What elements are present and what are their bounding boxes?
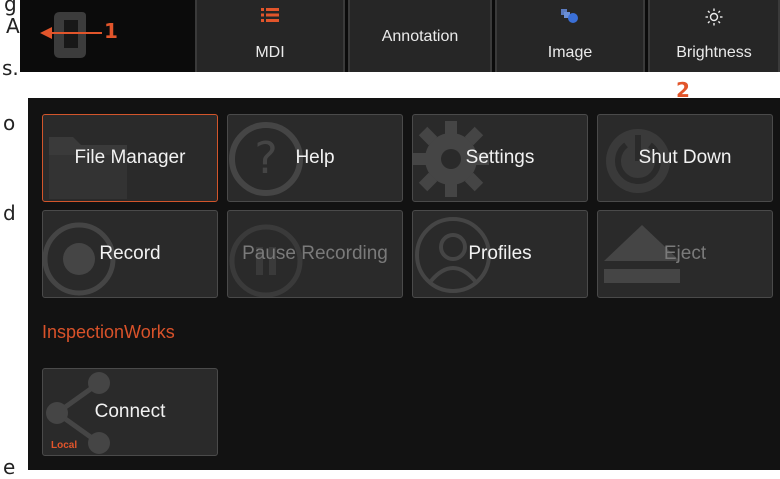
profiles-label: Profiles: [468, 243, 532, 264]
file-manager-tile[interactable]: File Manager: [42, 114, 218, 202]
edge-text-e: e: [3, 455, 16, 479]
inspectionworks-heading: InspectionWorks: [42, 322, 175, 342]
image-label: Image: [547, 44, 593, 61]
list-icon: [261, 8, 279, 22]
edge-text-d: d: [3, 201, 16, 225]
mdi-label: MDI: [255, 44, 285, 61]
image-button[interactable]: Image: [495, 0, 645, 72]
callout-number-1: 1: [104, 19, 118, 43]
sun-icon: [705, 8, 723, 26]
eject-label: Eject: [663, 243, 707, 264]
profiles-tile[interactable]: Profiles: [412, 210, 588, 298]
connect-tile[interactable]: Connect Local: [42, 368, 218, 456]
help-tile[interactable]: ? Help: [227, 114, 403, 202]
annotation-label: Annotation: [381, 28, 459, 45]
edge-text-g: g: [4, 0, 17, 16]
settings-label: Settings: [465, 147, 535, 168]
record-tile[interactable]: Record: [42, 210, 218, 298]
pause-recording-tile[interactable]: Pause Recording: [227, 210, 403, 298]
brightness-button[interactable]: Brightness: [648, 0, 780, 72]
mdi-button[interactable]: MDI: [195, 0, 345, 72]
edge-text-a: A: [6, 14, 20, 38]
annotation-button[interactable]: Annotation: [348, 0, 492, 72]
shut-down-tile[interactable]: Shut Down: [597, 114, 773, 202]
top-toolbar: MDI Annotation Image Brightness: [20, 0, 780, 72]
main-menu-panel: File Manager ? Help Settings Shut Down R…: [28, 98, 780, 470]
file-manager-label: File Manager: [74, 147, 186, 168]
help-label: Help: [295, 147, 335, 168]
image-icon: [561, 9, 578, 23]
brightness-label: Brightness: [676, 44, 752, 61]
callout-arrow-1: [40, 27, 102, 39]
edge-text-o: o: [3, 111, 16, 135]
eject-tile[interactable]: Eject: [597, 210, 773, 298]
pause-recording-label: Pause Recording: [242, 243, 388, 264]
shut-down-label: Shut Down: [638, 147, 732, 168]
connect-local-badge: Local: [51, 440, 78, 451]
edge-text-s: s.: [2, 56, 19, 80]
settings-tile[interactable]: Settings: [412, 114, 588, 202]
record-label: Record: [99, 243, 161, 264]
